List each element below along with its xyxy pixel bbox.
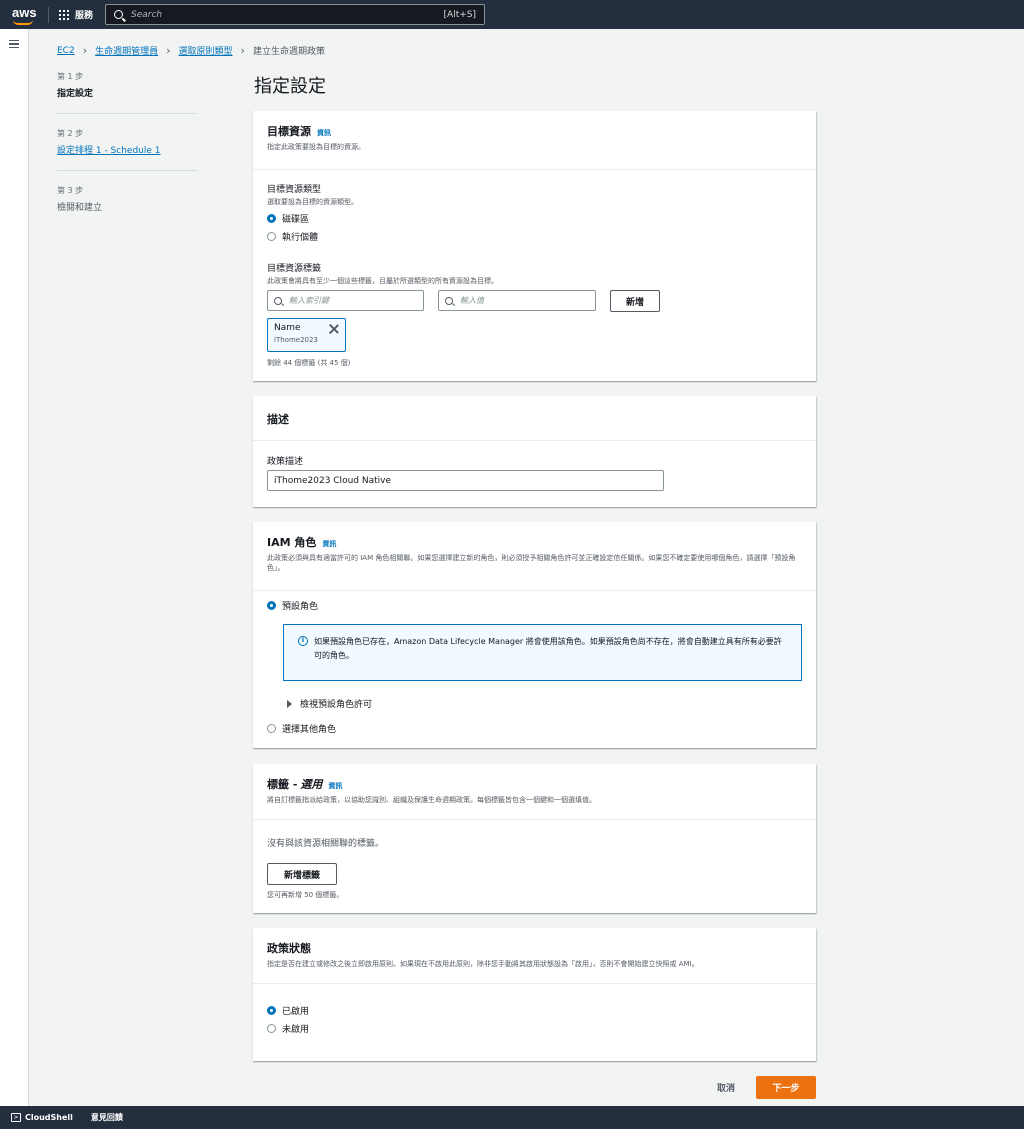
- radio-instance[interactable]: 執行個體: [267, 230, 358, 243]
- side-rail: [0, 29, 29, 1106]
- description-title: 描述: [267, 413, 289, 426]
- search-icon: [445, 296, 453, 305]
- chevron-right-icon: ›: [240, 44, 245, 57]
- tags-remaining: 剩餘 44 個標籤 (共 45 個): [267, 359, 351, 367]
- description-panel: 描述 政策描述 iThome2023 Cloud Native: [253, 396, 816, 507]
- radio-enabled[interactable]: 已啟用: [267, 1004, 309, 1017]
- radio-volume[interactable]: 磁碟區: [267, 212, 358, 225]
- iam-info-link[interactable]: 資訊: [322, 539, 336, 549]
- tag-token: Name iThome2023: [267, 318, 346, 352]
- tags-panel: 標籤 - 選用 資訊 將自訂標籤指派給政策，以協助您識別、組織及保護生命週期政策。…: [253, 764, 816, 913]
- policy-description-input[interactable]: iThome2023 Cloud Native: [267, 470, 664, 491]
- cloudshell-icon: >: [11, 1113, 21, 1122]
- search-input[interactable]: Search [Alt+S]: [105, 4, 485, 25]
- radio-other-role[interactable]: 選擇其他角色: [267, 722, 336, 735]
- breadcrumb: EC2 › 生命週期管理員 › 選取原則類型 › 建立生命週期政策: [57, 44, 325, 57]
- info-icon: i: [298, 636, 308, 646]
- iam-title: IAM 角色: [267, 536, 317, 549]
- add-tag-button[interactable]: 新增: [610, 290, 660, 312]
- step-title-review: 檢閱和建立: [57, 203, 103, 213]
- radio-selected-icon: [267, 1006, 276, 1015]
- wizard-step-1: 第 1 步 指定設定: [57, 71, 197, 114]
- add-new-tag-button[interactable]: 新增標籤: [267, 863, 337, 885]
- radio-selected-icon: [267, 601, 276, 610]
- tags-info-link[interactable]: 資訊: [328, 781, 342, 791]
- policy-status-panel: 政策狀態 指定是否在建立或修改之後立即啟用原則。如果現在不啟用此原則，除非您手動…: [253, 928, 816, 1061]
- tags-title: 標籤 -: [267, 778, 298, 791]
- breadcrumb-ec2[interactable]: EC2: [57, 46, 75, 56]
- search-icon: [274, 296, 282, 305]
- next-button[interactable]: 下一步: [756, 1076, 816, 1099]
- step-title-specify-settings: 指定設定: [57, 89, 94, 99]
- cloudshell-link[interactable]: CloudShell: [25, 1113, 73, 1122]
- close-icon[interactable]: [329, 324, 339, 334]
- target-info-link[interactable]: 資訊: [317, 128, 331, 138]
- services-grid-icon[interactable]: [59, 9, 69, 20]
- aws-logo[interactable]: aws: [12, 6, 38, 25]
- info-alert: i 如果預設角色已存在，Amazon Data Lifecycle Manage…: [283, 624, 802, 681]
- search-placeholder: Search: [131, 9, 163, 20]
- radio-empty-icon: [267, 1024, 276, 1033]
- chevron-right-icon: ›: [82, 44, 88, 57]
- bottom-bar: > CloudShell 意見回饋: [0, 1106, 1024, 1129]
- target-resources-panel: 目標資源 資訊 指定此政策要設為目標的資源。 目標資源類型 選取要設為目標的資源類…: [253, 111, 816, 381]
- wizard-step-3: 第 3 步 檢閱和建立: [57, 185, 197, 227]
- caret-right-icon: [287, 699, 292, 708]
- menu-icon[interactable]: [9, 40, 19, 48]
- search-shortcut: [Alt+S]: [443, 9, 476, 20]
- wizard-steps: 第 1 步 指定設定 第 2 步 設定排程 1 - Schedule 1 第 3…: [57, 71, 197, 241]
- radio-empty-icon: [267, 724, 276, 733]
- page-title: 指定設定: [254, 76, 326, 97]
- iam-role-panel: IAM 角色 資訊 此政策必須與具有適當許可的 IAM 角色相關聯。如果您選擇建立…: [253, 522, 816, 748]
- cancel-button[interactable]: 取消: [706, 1076, 746, 1099]
- radio-selected-icon: [267, 214, 276, 223]
- radio-empty-icon: [267, 232, 276, 241]
- breadcrumb-policy-type[interactable]: 選取原則類型: [179, 44, 233, 57]
- breadcrumb-lifecycle-manager[interactable]: 生命週期管理員: [95, 44, 158, 57]
- status-title: 政策狀態: [267, 942, 311, 955]
- search-icon: [114, 10, 123, 19]
- feedback-link[interactable]: 意見回饋: [91, 1112, 123, 1123]
- no-tags-text: 沒有與該資源相關聯的標籤。: [267, 839, 385, 849]
- radio-disabled[interactable]: 未啟用: [267, 1022, 309, 1035]
- services-menu[interactable]: 服務: [75, 8, 93, 21]
- breadcrumb-current: 建立生命週期政策: [252, 47, 325, 57]
- chevron-right-icon: ›: [166, 44, 171, 57]
- view-default-role-permissions[interactable]: 檢視預設角色許可: [287, 697, 372, 710]
- step-link-schedule[interactable]: 設定排程 1 - Schedule 1: [57, 143, 197, 156]
- tag-key-input[interactable]: 輸入索引鍵: [267, 290, 424, 311]
- top-navigation: aws 服務 Search [Alt+S]: [0, 0, 1024, 29]
- radio-default-role[interactable]: 預設角色: [267, 599, 318, 612]
- tag-value-input[interactable]: 輸入值: [438, 290, 596, 311]
- wizard-step-2: 第 2 步 設定排程 1 - Schedule 1: [57, 128, 197, 171]
- target-title: 目標資源: [267, 125, 311, 138]
